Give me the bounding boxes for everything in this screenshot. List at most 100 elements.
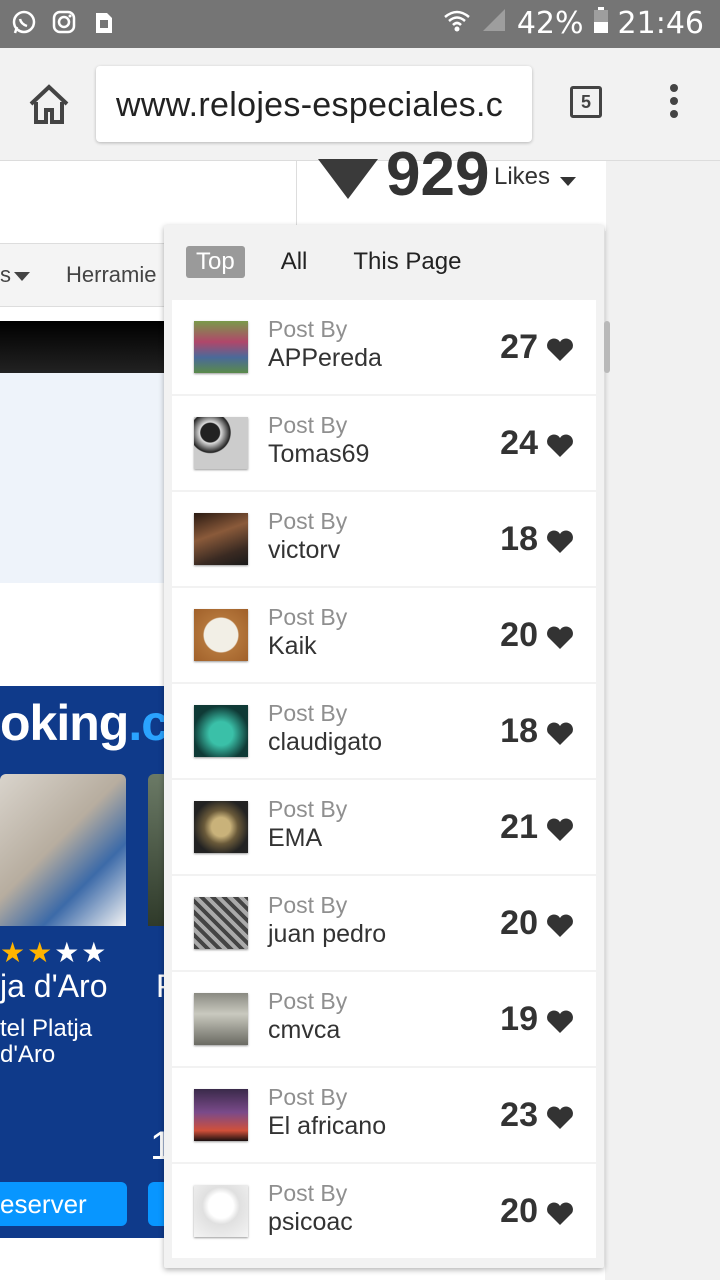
nav-item-herramientas[interactable]: Herramie xyxy=(66,262,156,288)
username[interactable]: El africano xyxy=(268,1112,386,1141)
tab-switcher-button[interactable]: 5 xyxy=(570,86,602,118)
url-bar[interactable]: www.relojes-especiales.c xyxy=(96,66,532,142)
content-block xyxy=(0,373,170,583)
post-by-label: Post By xyxy=(268,700,348,726)
like-count: 23 xyxy=(500,1096,538,1134)
list-item[interactable]: Post By victorv 18 xyxy=(172,492,596,586)
username[interactable]: victorv xyxy=(268,536,340,565)
avatar[interactable] xyxy=(194,513,248,565)
avatar[interactable] xyxy=(194,801,248,853)
list-item[interactable]: Post By psicoac 20 xyxy=(172,1164,596,1258)
heart-icon xyxy=(547,338,573,361)
browser-toolbar: www.relojes-especiales.c 5 xyxy=(0,48,720,161)
list-item[interactable]: Post By APPereda 27 xyxy=(172,300,596,394)
status-bar: 42% 21:46 xyxy=(0,0,720,48)
heart-icon xyxy=(547,530,573,553)
avatar[interactable] xyxy=(194,1185,248,1237)
dropdown-tabs: Top All This Page xyxy=(186,245,497,279)
heart-icon xyxy=(547,914,573,937)
list-item[interactable]: Post By juan pedro 20 xyxy=(172,876,596,970)
heart-icon xyxy=(547,1106,573,1129)
username[interactable]: Kaik xyxy=(268,632,317,661)
home-icon[interactable] xyxy=(26,82,72,128)
like-count: 18 xyxy=(500,520,538,558)
page-gutter xyxy=(605,161,720,1280)
nav-item-partial[interactable]: s xyxy=(0,262,11,288)
list-item[interactable]: Post By EMA 21 xyxy=(172,780,596,874)
booking-ad[interactable]: oking.c ★★★★ ja d'Aro P tel Platja d'Aro… xyxy=(0,686,170,1238)
overflow-menu-icon[interactable] xyxy=(664,84,684,124)
username[interactable]: APPereda xyxy=(268,344,382,373)
battery-icon xyxy=(593,6,608,41)
ad-rating-stars: ★★★★ xyxy=(0,937,109,968)
heart-icon xyxy=(547,1010,573,1033)
post-by-label: Post By xyxy=(268,988,348,1014)
chevron-down-icon[interactable] xyxy=(14,272,30,281)
ad-subtitle: tel Platja d'Aro xyxy=(0,1015,93,1068)
tab-top[interactable]: Top xyxy=(186,246,245,278)
list-item[interactable]: Post By El africano 23 xyxy=(172,1068,596,1162)
tab-this-page[interactable]: This Page xyxy=(343,246,471,278)
ad-hotel-photo[interactable] xyxy=(0,774,126,926)
list-item[interactable]: Post By Tomas69 24 xyxy=(172,396,596,490)
site-nav: s Herramie xyxy=(0,243,170,307)
ad-brand: oking.c xyxy=(0,695,169,751)
post-by-label: Post By xyxy=(268,1084,348,1110)
signal-icon xyxy=(481,6,507,41)
post-by-label: Post By xyxy=(268,508,348,534)
post-by-label: Post By xyxy=(268,316,348,342)
heart-icon xyxy=(547,626,573,649)
instagram-icon xyxy=(50,8,78,36)
like-count: 21 xyxy=(500,808,538,846)
tab-all[interactable]: All xyxy=(271,246,318,278)
avatar[interactable] xyxy=(194,417,248,469)
dropdown-scrollbar[interactable] xyxy=(604,321,610,373)
like-count: 20 xyxy=(500,1192,538,1230)
post-by-label: Post By xyxy=(268,1180,348,1206)
avatar[interactable] xyxy=(194,993,248,1045)
ad-title: ja d'Aro xyxy=(0,968,108,1004)
username[interactable]: claudigato xyxy=(268,728,382,757)
heart-icon xyxy=(547,1202,573,1225)
whatsapp-icon xyxy=(10,8,38,36)
username[interactable]: psicoac xyxy=(268,1208,353,1237)
notification-icons xyxy=(10,8,118,36)
list-item[interactable]: Post By cmvca 19 xyxy=(172,972,596,1066)
username[interactable]: juan pedro xyxy=(268,920,386,949)
avatar[interactable] xyxy=(194,897,248,949)
like-count: 24 xyxy=(500,424,538,462)
post-by-label: Post By xyxy=(268,412,348,438)
storage-icon xyxy=(90,8,118,36)
likes-heart-icon xyxy=(318,159,378,201)
top-posts-dropdown: Top All This Page Post By APPereda 27 Po… xyxy=(164,225,610,1268)
avatar[interactable] xyxy=(194,321,248,373)
list-item[interactable]: Post By Kaik 20 xyxy=(172,588,596,682)
list-item[interactable]: Post By claudigato 18 xyxy=(172,684,596,778)
ad-reserve-button[interactable]: eserver xyxy=(0,1182,127,1226)
username[interactable]: EMA xyxy=(268,824,322,853)
battery-percent: 42% xyxy=(516,6,584,41)
username[interactable]: Tomas69 xyxy=(268,440,369,469)
heart-icon xyxy=(547,818,573,841)
likes-dropdown-caret-icon[interactable] xyxy=(560,177,576,186)
clock: 21:46 xyxy=(617,6,704,41)
status-right: 42% 21:46 xyxy=(443,6,704,41)
wifi-icon xyxy=(443,6,471,41)
post-by-label: Post By xyxy=(268,892,348,918)
url-text: www.relojes-especiales.c xyxy=(116,86,504,124)
avatar[interactable] xyxy=(194,609,248,661)
heart-icon xyxy=(547,434,573,457)
post-by-label: Post By xyxy=(268,796,348,822)
like-count: 18 xyxy=(500,712,538,750)
avatar[interactable] xyxy=(194,1089,248,1141)
like-count: 20 xyxy=(500,904,538,942)
like-count: 20 xyxy=(500,616,538,654)
post-by-label: Post By xyxy=(268,604,348,630)
heart-icon xyxy=(547,722,573,745)
likes-count: 929 xyxy=(386,140,490,209)
username[interactable]: cmvca xyxy=(268,1016,340,1045)
like-count: 19 xyxy=(500,1000,538,1038)
page-header-bar xyxy=(0,321,170,373)
likes-label[interactable]: Likes xyxy=(494,163,550,191)
avatar[interactable] xyxy=(194,705,248,757)
